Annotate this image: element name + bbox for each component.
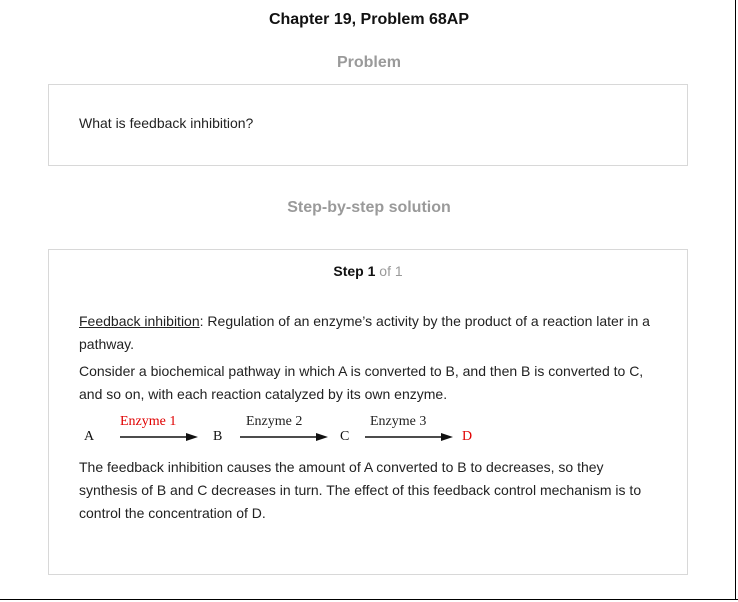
arrow-1: [120, 433, 198, 441]
enzyme-3-label: Enzyme 3: [370, 414, 427, 429]
node-d: D: [462, 429, 473, 444]
solution-heading: Step-by-step solution: [287, 199, 451, 216]
problem-box: What is feedback inhibition?: [48, 84, 688, 166]
page-title: Chapter 19, Problem 68AP: [268, 11, 470, 28]
window-frame-right: [735, 0, 736, 600]
solution-box: Step 1 of 1 Feedback inhibition: Regulat…: [48, 249, 688, 575]
step-number: 1: [367, 263, 376, 279]
pathway-diagram: A Enzyme 1 B Enzyme 2 C Enzyme 3 D: [80, 414, 500, 454]
arrow-2: [240, 433, 328, 441]
definition-term: Feedback inhibition: [79, 313, 200, 329]
node-b: B: [213, 429, 223, 444]
step-of-total: of 1: [379, 263, 403, 279]
problem-text: What is feedback inhibition?: [79, 115, 254, 131]
problem-heading: Problem: [336, 54, 401, 71]
arrow-3: [365, 433, 453, 441]
enzyme-2-label: Enzyme 2: [246, 414, 303, 429]
step-word: Step: [333, 263, 364, 279]
conclusion-paragraph: The feedback inhibition causes the amoun…: [79, 459, 642, 521]
window-frame-bottom: [0, 599, 738, 600]
node-a: A: [84, 429, 95, 444]
definition-paragraph: Feedback inhibition: Regulation of an en…: [79, 310, 664, 356]
step-label: Step 1 of 1: [49, 263, 687, 279]
enzyme-1-label: Enzyme 1: [120, 414, 177, 429]
node-c: C: [340, 429, 350, 444]
pathway-description: Consider a biochemical pathway in which …: [79, 363, 644, 402]
